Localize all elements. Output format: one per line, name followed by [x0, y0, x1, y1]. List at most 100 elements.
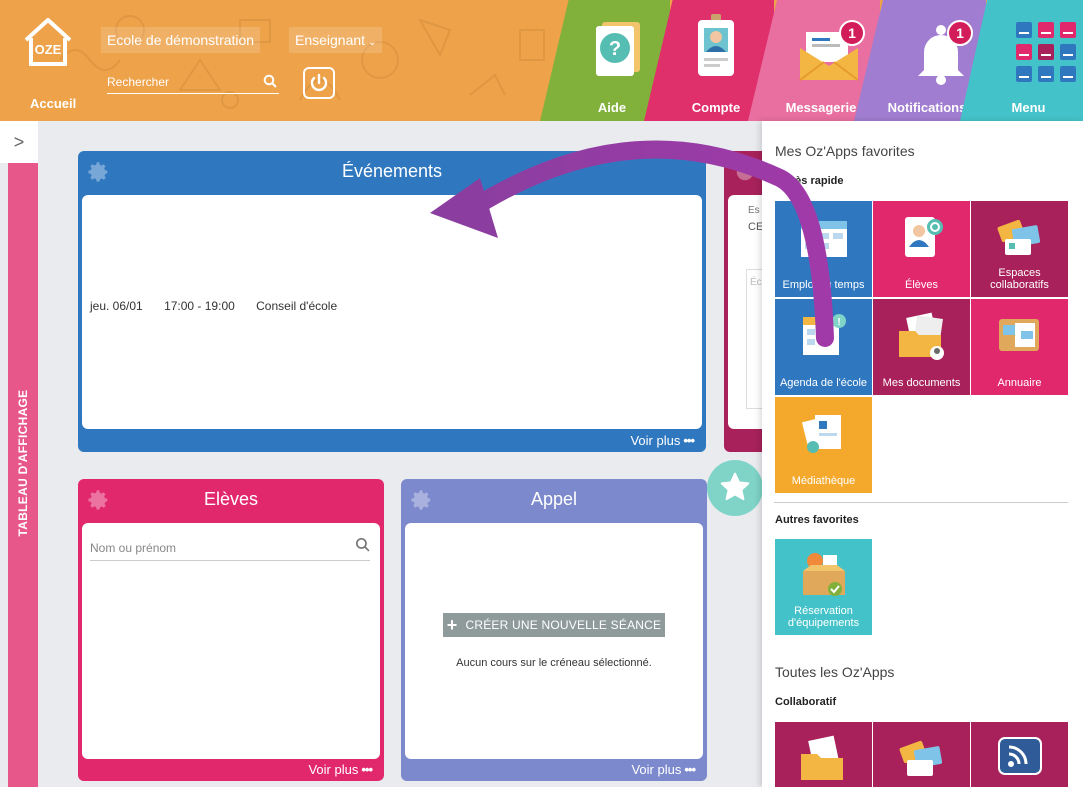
equipment-box-icon [803, 553, 845, 596]
students-header: Elèves [78, 479, 384, 519]
students-more-label: Voir plus [308, 762, 359, 777]
gear-icon[interactable] [411, 489, 433, 511]
apps-grid-icon [1016, 22, 1076, 82]
help-icon: ? [596, 22, 640, 76]
notifications-badge: 1 [947, 20, 973, 46]
gear-icon[interactable] [88, 489, 110, 511]
search-input[interactable] [107, 70, 257, 89]
svg-text:!: ! [837, 317, 840, 328]
rail-toggle-button[interactable]: > [0, 121, 38, 163]
plus-icon: + [446, 615, 458, 635]
header-tiles: ? Aide Compte 1 Messagerie 1 Notificatio… [540, 0, 1083, 121]
category-heading: Collaboratif [775, 696, 837, 708]
app-label: Réservation d'équipements [787, 605, 860, 629]
gear-icon[interactable] [734, 161, 756, 183]
display-board-label: TABLEAU D'AFFICHAGE [16, 389, 30, 537]
app-label: Élèves [904, 279, 939, 291]
app-school-agenda[interactable]: ! Agenda de l'école [775, 299, 872, 395]
events-body: jeu. 06/01 17:00 - 19:00 Conseil d'école [82, 195, 702, 429]
panel-title: Mes Oz'Apps favorites [775, 143, 915, 159]
home-label[interactable]: Accueil [30, 96, 76, 111]
app-equipment-booking[interactable]: Réservation d'équipements [775, 539, 872, 635]
house-logo-icon: OZE [24, 18, 72, 66]
role-label: Enseignant [295, 32, 366, 48]
svg-text:?: ? [609, 38, 621, 60]
app-students[interactable]: Élèves [873, 201, 970, 297]
favorite-apps-panel: Mes Oz'Apps favorites Accès rapide Emplo… [762, 121, 1083, 787]
app-label: Mes documents [882, 377, 961, 389]
hidden-widget-placeholder: Éc [750, 277, 762, 288]
gear-icon[interactable] [88, 161, 110, 183]
background-doodle [59, 15, 545, 109]
school-selector[interactable]: Ecole de démonstration [101, 27, 261, 53]
attendance-widget: Appel + CRÉER UNE NOUVELLE SÉANCE Aucun c… [401, 479, 707, 781]
event-name: Conseil d'école [256, 299, 338, 313]
favorites-toggle-button[interactable] [707, 460, 763, 516]
menu-label: Menu [1011, 100, 1046, 115]
display-board-tab[interactable]: TABLEAU D'AFFICHAGE [8, 163, 38, 787]
directory-icon [999, 319, 1039, 351]
event-row[interactable]: jeu. 06/01 17:00 - 19:00 Conseil d'école [90, 299, 355, 313]
id-badge-icon [698, 14, 734, 76]
top-bar: OZE Accueil Ecole de démonstration Ensei… [0, 0, 1083, 121]
student-search-input[interactable] [90, 541, 330, 555]
power-icon [310, 73, 328, 92]
search-icon[interactable] [355, 537, 370, 552]
new-session-button[interactable]: + CRÉER UNE NOUVELLE SÉANCE [443, 613, 665, 637]
chevron-down-icon: ⌄ [368, 37, 377, 48]
events-header: Événements [78, 151, 706, 191]
student-icon [905, 217, 943, 257]
other-favorites-heading: Autres favorites [775, 514, 859, 526]
more-dots-icon: ••• [684, 762, 696, 777]
app-label: Agenda de l'école [779, 377, 868, 389]
messages-badge: 1 [839, 20, 865, 46]
app-label: Médiathèque [791, 475, 856, 487]
app-label: Espaces collaboratifs [990, 267, 1049, 291]
quick-access-heading: Accès rapide [775, 175, 844, 187]
attendance-title: Appel [530, 489, 578, 509]
student-search [90, 537, 370, 561]
app-category-rss[interactable] [971, 722, 1068, 787]
rss-icon [998, 737, 1042, 775]
calendar-icon [801, 221, 847, 257]
global-search [107, 70, 279, 94]
students-widget: Elèves Voir plus••• [78, 479, 384, 781]
collab-cards-icon [997, 219, 1041, 255]
new-session-label: CRÉER UNE NOUVELLE SÉANCE [465, 618, 662, 632]
svg-text:OZE: OZE [35, 42, 62, 57]
hidden-widget-text: Es [748, 205, 760, 216]
hidden-widget-value: CE [748, 221, 764, 233]
app-collab-spaces[interactable]: Espaces collaboratifs [971, 201, 1068, 297]
agenda-icon: ! [803, 314, 846, 355]
students-body [82, 523, 380, 759]
no-course-message: Aucun cours sur le créneau sélectionné. [456, 657, 652, 669]
app-category-collab[interactable] [873, 722, 970, 787]
events-more-link[interactable]: Voir plus ••• [630, 433, 695, 448]
events-widget: Événements jeu. 06/01 17:00 - 19:00 Cons… [78, 151, 706, 452]
app-media-library[interactable]: Médiathèque [775, 397, 872, 493]
app-my-documents[interactable]: Mes documents [873, 299, 970, 395]
events-title: Événements [341, 161, 443, 181]
events-more-label: Voir plus [630, 433, 681, 448]
section-divider [774, 502, 1068, 503]
search-icon[interactable] [263, 74, 277, 88]
app-category-documents[interactable] [775, 722, 872, 787]
role-selector[interactable]: Enseignant ⌄ [289, 27, 383, 53]
app-label: Annuaire [997, 377, 1042, 389]
event-time: 17:00 - 19:00 [164, 299, 235, 313]
attendance-header: Appel [401, 479, 707, 519]
attendance-body: + CRÉER UNE NOUVELLE SÉANCE Aucun cours s… [405, 523, 703, 759]
app-label: Emploi du temps [782, 279, 865, 291]
more-dots-icon: ••• [683, 433, 695, 448]
app-schedule[interactable]: Emploi du temps [775, 201, 872, 297]
attendance-more-link[interactable]: Voir plus ••• [631, 762, 696, 777]
students-title: Elèves [203, 489, 259, 509]
attendance-more-label: Voir plus [631, 762, 682, 777]
more-dots-icon: ••• [361, 762, 373, 777]
students-more-link[interactable]: Voir plus ••• [308, 762, 373, 777]
folder-icon [801, 735, 843, 780]
folder-icon [899, 312, 944, 360]
logout-button[interactable] [303, 67, 335, 99]
media-icon [801, 415, 841, 453]
app-directory[interactable]: Annuaire [971, 299, 1068, 395]
